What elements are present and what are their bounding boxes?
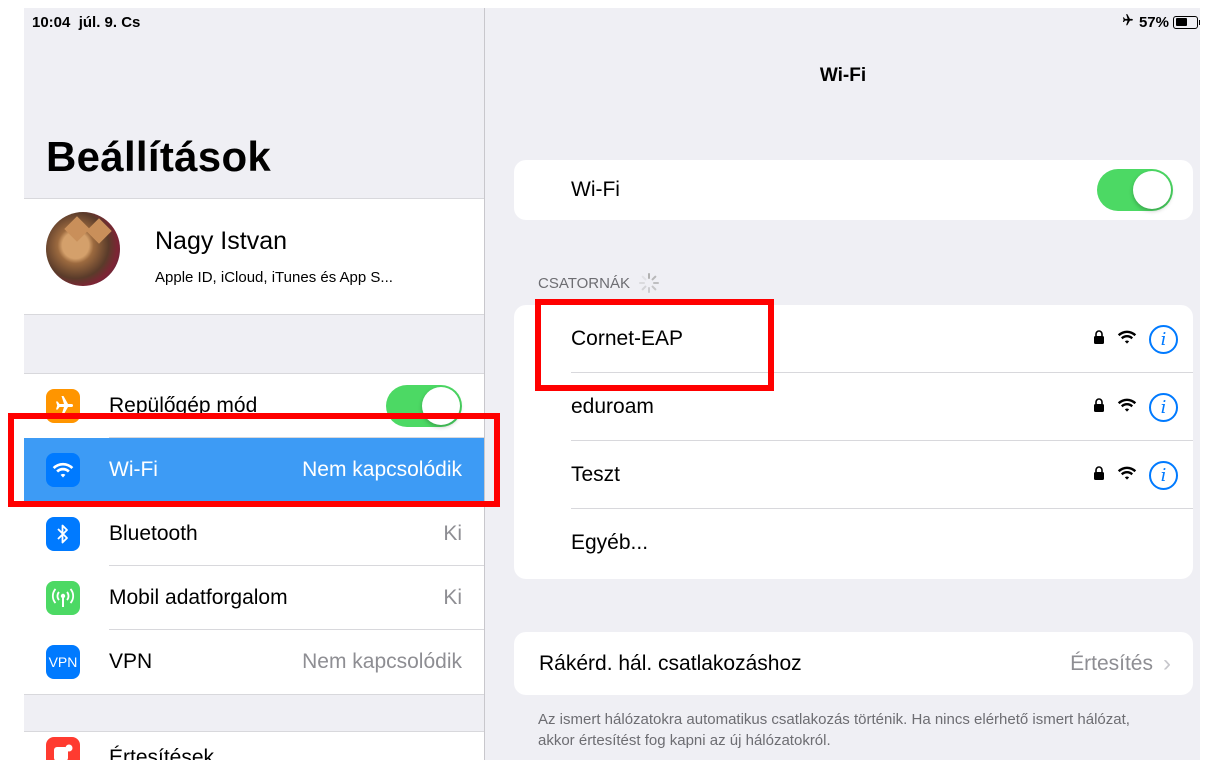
sidebar-item-wifi[interactable]: Wi-Fi Nem kapcsolódik	[24, 438, 484, 502]
wifi-icon	[46, 453, 80, 487]
lock-icon	[1093, 397, 1105, 417]
network-row-teszt[interactable]: Teszt i	[514, 441, 1193, 509]
status-indicators: 57%	[1119, 13, 1200, 31]
ask-to-join-row[interactable]: Rákérd. hál. csatlakozáshoz Értesítés ›	[514, 632, 1193, 695]
battery-percent: 57%	[1138, 13, 1169, 31]
notifications-group: Értesítések	[24, 731, 484, 760]
sidebar-item-bluetooth[interactable]: Bluetooth Ki	[24, 502, 484, 566]
battery-icon	[1173, 15, 1200, 29]
networks-list: Cornet-EAP i eduroam i Teszt i Egyéb...	[514, 305, 1193, 579]
airplane-icon	[1119, 13, 1135, 31]
wifi-toggle[interactable]	[1097, 169, 1173, 211]
network-row-cornet-eap[interactable]: Cornet-EAP i	[514, 305, 1193, 373]
profile-name: Nagy Istvan	[155, 227, 288, 255]
profile-subtitle: Apple ID, iCloud, iTunes és App S...	[155, 269, 393, 286]
network-row-other[interactable]: Egyéb...	[514, 509, 1193, 577]
network-row-eduroam[interactable]: eduroam i	[514, 373, 1193, 441]
other-network-label: Egyéb...	[571, 531, 649, 554]
antenna-icon	[46, 581, 80, 615]
chevron-right-icon: ›	[1163, 649, 1171, 677]
lock-icon	[1093, 329, 1105, 349]
sidebar-item-airplane-mode[interactable]: Repülőgép mód	[24, 374, 484, 438]
footer-note: Az ismert hálózatokra automatikus csatla…	[538, 711, 1130, 749]
vpn-icon: VPN	[46, 645, 80, 679]
lock-icon	[1093, 465, 1105, 485]
ask-to-join-label: Rákérd. hál. csatlakozáshoz	[539, 651, 802, 675]
vpn-status-value: Nem kapcsolódik	[302, 650, 462, 673]
wifi-status-value: Nem kapcsolódik	[302, 458, 462, 481]
bluetooth-status-value: Ki	[443, 522, 462, 545]
sidebar-item-vpn[interactable]: VPN VPN Nem kapcsolódik	[24, 630, 484, 694]
wifi-signal-icon	[1117, 397, 1137, 418]
wifi-detail-pane: 57% Wi-Fi Wi-Fi CSATORNÁK Cornet-EAP i e…	[486, 8, 1200, 760]
networks-section-header: CSATORNÁK	[538, 272, 660, 294]
settings-sidebar: 10:04 júl. 9. Cs Beállítások Nagy Istvan…	[24, 8, 485, 760]
notifications-icon	[46, 737, 80, 760]
ask-to-join-card: Rákérd. hál. csatlakozáshoz Értesítés ›	[514, 632, 1193, 695]
loading-spinner-icon	[638, 272, 660, 294]
ask-to-join-value: Értesítés	[1070, 651, 1153, 675]
info-icon[interactable]: i	[1149, 460, 1178, 490]
bluetooth-icon	[46, 517, 80, 551]
info-icon[interactable]: i	[1149, 324, 1178, 354]
info-icon[interactable]: i	[1149, 392, 1178, 422]
wifi-signal-icon	[1117, 329, 1137, 350]
sidebar-item-label: VPN	[109, 650, 153, 673]
sidebar-item-label: Mobil adatforgalom	[109, 586, 288, 609]
sidebar-item-label: Repülőgép mód	[109, 394, 258, 417]
sidebar-item-label: Wi-Fi	[109, 458, 158, 481]
sidebar-item-label: Értesítések	[109, 746, 215, 760]
network-name: Teszt	[571, 463, 621, 486]
avatar	[46, 212, 120, 286]
status-time: 10:04 júl. 9. Cs	[32, 14, 141, 31]
connectivity-group: Repülőgép mód Wi-Fi Nem kapcsolódik Blue…	[24, 373, 484, 695]
network-name: Cornet-EAP	[571, 327, 684, 350]
airplane-icon	[46, 389, 80, 423]
network-name: eduroam	[571, 395, 654, 418]
wifi-label: Wi-Fi	[571, 178, 620, 201]
ipad-screen: 10:04 júl. 9. Cs Beállítások Nagy Istvan…	[24, 8, 1200, 760]
airplane-mode-toggle[interactable]	[386, 385, 462, 427]
nav-title: Wi-Fi	[819, 65, 867, 86]
page-title: Beállítások	[46, 133, 272, 180]
mobile-data-status-value: Ki	[443, 586, 462, 609]
sidebar-item-label: Bluetooth	[109, 522, 198, 545]
sidebar-item-mobile-data[interactable]: Mobil adatforgalom Ki	[24, 566, 484, 630]
wifi-toggle-row[interactable]: Wi-Fi	[514, 160, 1193, 220]
wifi-signal-icon	[1117, 465, 1137, 486]
sidebar-item-notifications[interactable]: Értesítések	[24, 732, 484, 760]
apple-id-profile[interactable]: Nagy Istvan Apple ID, iCloud, iTunes és …	[24, 198, 484, 315]
wifi-toggle-card: Wi-Fi	[514, 160, 1193, 220]
